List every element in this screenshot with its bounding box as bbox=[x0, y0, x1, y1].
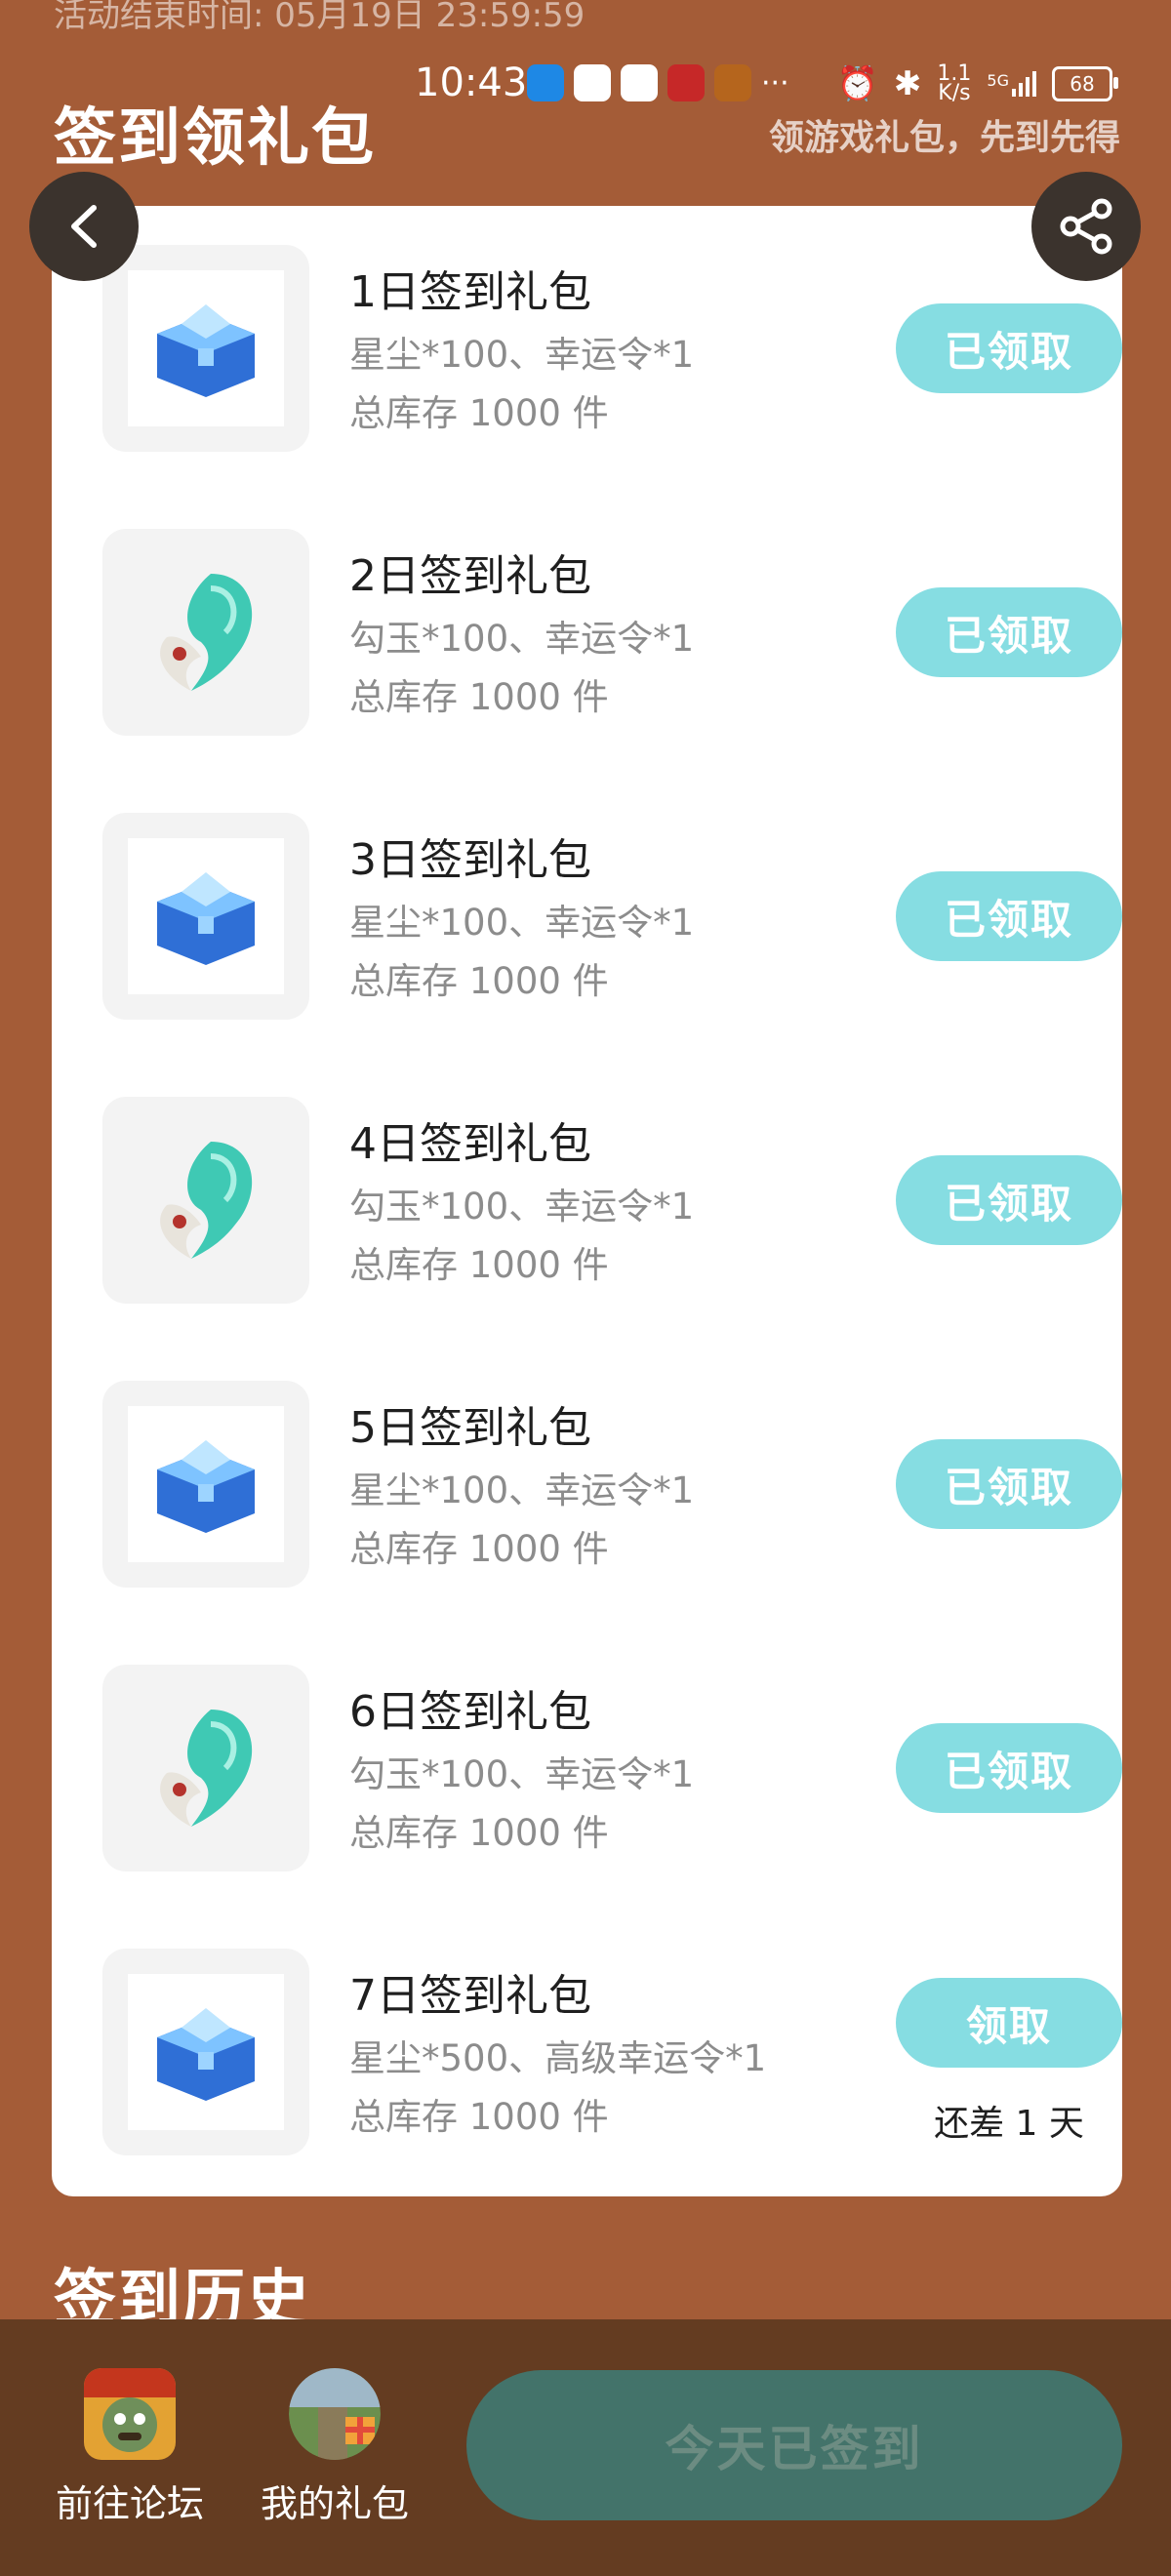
net-speed: 1.1 K/s bbox=[937, 63, 971, 105]
game-avatar-icon bbox=[84, 2368, 176, 2460]
gift-title: 6日签到礼包 bbox=[349, 1687, 591, 1737]
claimed-button[interactable]: 已领取 bbox=[896, 587, 1122, 677]
my-gifts-link[interactable]: 我的礼包 bbox=[237, 2368, 432, 2527]
gift-item-day5: 5日签到礼包 星尘*100、幸运令*1 总库存 1000 件 已领取 bbox=[102, 1381, 1122, 1590]
chest-icon bbox=[128, 270, 284, 426]
claimed-button[interactable]: 已领取 bbox=[896, 1723, 1122, 1813]
bottom-action-bar: 前往论坛 我的礼包 今天已签到 bbox=[0, 2319, 1171, 2576]
gift-stock: 总库存 1000 件 bbox=[349, 1528, 609, 1570]
hand-app-icon bbox=[621, 64, 658, 101]
gift-item-day1: 1日签到礼包 星尘*100、幸运令*1 总库存 1000 件 已领取 bbox=[102, 245, 1122, 454]
back-button[interactable] bbox=[29, 172, 139, 281]
claim-button[interactable]: 领取 bbox=[896, 1978, 1122, 2068]
activity-end-time: 活动结束时间: 05月19日 23:59:59 bbox=[54, 0, 586, 35]
battery-icon: 68 bbox=[1052, 66, 1118, 101]
battery-level: 68 bbox=[1070, 72, 1095, 96]
weather-app-icon bbox=[527, 64, 564, 101]
jade-icon bbox=[128, 1690, 284, 1846]
chest-icon bbox=[128, 838, 284, 994]
gift-item-day2: 2日签到礼包 勾玉*100、幸运令*1 总库存 1000 件 已领取 bbox=[102, 529, 1122, 738]
jade-icon bbox=[128, 554, 284, 710]
net-speed-unit: K/s bbox=[938, 81, 971, 105]
claimed-button[interactable]: 已领取 bbox=[896, 1155, 1122, 1245]
gift-item-day3: 3日签到礼包 星尘*100、幸运令*1 总库存 1000 件 已领取 bbox=[102, 813, 1122, 1022]
page-subtitle: 领游戏礼包，先到先得 bbox=[768, 118, 1120, 158]
back-arrow-icon bbox=[71, 205, 97, 248]
forum-link[interactable]: 前往论坛 bbox=[32, 2368, 227, 2527]
gift-thumb bbox=[102, 529, 309, 736]
signal-icon: 5G bbox=[987, 71, 1036, 97]
claimed-button[interactable]: 已领取 bbox=[896, 303, 1122, 393]
gift-description: 星尘*500、高级幸运令*1 bbox=[349, 2037, 767, 2079]
gift-item-day4: 4日签到礼包 勾玉*100、幸运令*1 总库存 1000 件 已领取 bbox=[102, 1097, 1122, 1306]
status-notification-icons: ··· bbox=[527, 64, 789, 101]
gift-item-day6: 6日签到礼包 勾玉*100、幸运令*1 总库存 1000 件 已领取 bbox=[102, 1665, 1122, 1873]
signed-today-button[interactable]: 今天已签到 bbox=[466, 2370, 1122, 2520]
gift-description: 星尘*100、幸运令*1 bbox=[349, 1469, 695, 1511]
gift-avatar-icon bbox=[289, 2368, 381, 2460]
gift-title: 3日签到礼包 bbox=[349, 835, 591, 885]
more-notifications-icon: ··· bbox=[761, 65, 789, 101]
gift-title: 7日签到礼包 bbox=[349, 1971, 591, 2021]
chest-icon bbox=[128, 1406, 284, 1562]
gift-stock: 总库存 1000 件 bbox=[349, 2096, 609, 2138]
gift-thumb bbox=[102, 1949, 309, 2155]
gift-thumb bbox=[102, 1665, 309, 1872]
claimed-button[interactable]: 已领取 bbox=[896, 871, 1122, 961]
gift-description: 星尘*100、幸运令*1 bbox=[349, 902, 695, 944]
gift-stock: 总库存 1000 件 bbox=[349, 1812, 609, 1854]
chess-app-icon bbox=[714, 64, 751, 101]
status-time: 10:43 bbox=[415, 60, 528, 105]
days-remaining: 还差 1 天 bbox=[934, 2104, 1084, 2144]
gift-thumb bbox=[102, 813, 309, 1020]
chest-icon bbox=[128, 1974, 284, 2130]
gift-stock: 总库存 1000 件 bbox=[349, 392, 609, 434]
share-button[interactable] bbox=[1031, 172, 1141, 281]
gift-thumb bbox=[102, 245, 309, 452]
forum-label: 前往论坛 bbox=[55, 2482, 204, 2525]
jade-icon bbox=[128, 1122, 284, 1278]
gift-description: 勾玉*100、幸运令*1 bbox=[349, 1186, 695, 1228]
gift-description: 勾玉*100、幸运令*1 bbox=[349, 1753, 695, 1795]
gift-description: 星尘*100、幸运令*1 bbox=[349, 334, 695, 376]
gift-title: 5日签到礼包 bbox=[349, 1403, 591, 1453]
gift-stock: 总库存 1000 件 bbox=[349, 960, 609, 1002]
status-system-icons: ⏰ ✱ 1.1 K/s 5G 68 bbox=[836, 63, 1118, 105]
gift-list-card: 1日签到礼包 星尘*100、幸运令*1 总库存 1000 件 已领取 2日签到礼… bbox=[52, 206, 1122, 2196]
network-type: 5G bbox=[987, 71, 1009, 90]
gift-title: 4日签到礼包 bbox=[349, 1119, 591, 1169]
mail-app-icon bbox=[574, 64, 611, 101]
gift-item-day7: 7日签到礼包 星尘*500、高级幸运令*1 总库存 1000 件 领取 还差 1… bbox=[102, 1949, 1122, 2157]
gift-stock: 总库存 1000 件 bbox=[349, 676, 609, 718]
alarm-icon: ⏰ bbox=[836, 64, 878, 103]
gift-title: 2日签到礼包 bbox=[349, 551, 591, 601]
claimed-button[interactable]: 已领取 bbox=[896, 1439, 1122, 1529]
page-title: 签到领礼包 bbox=[54, 102, 376, 175]
bluetooth-icon: ✱ bbox=[893, 64, 922, 103]
gift-thumb bbox=[102, 1097, 309, 1304]
gift-description: 勾玉*100、幸运令*1 bbox=[349, 618, 695, 660]
share-icon bbox=[1060, 198, 1112, 255]
gift-thumb bbox=[102, 1381, 309, 1588]
game-app-icon bbox=[667, 64, 705, 101]
gift-stock: 总库存 1000 件 bbox=[349, 1244, 609, 1286]
my-gifts-label: 我的礼包 bbox=[260, 2482, 409, 2525]
gift-title: 1日签到礼包 bbox=[349, 267, 591, 317]
